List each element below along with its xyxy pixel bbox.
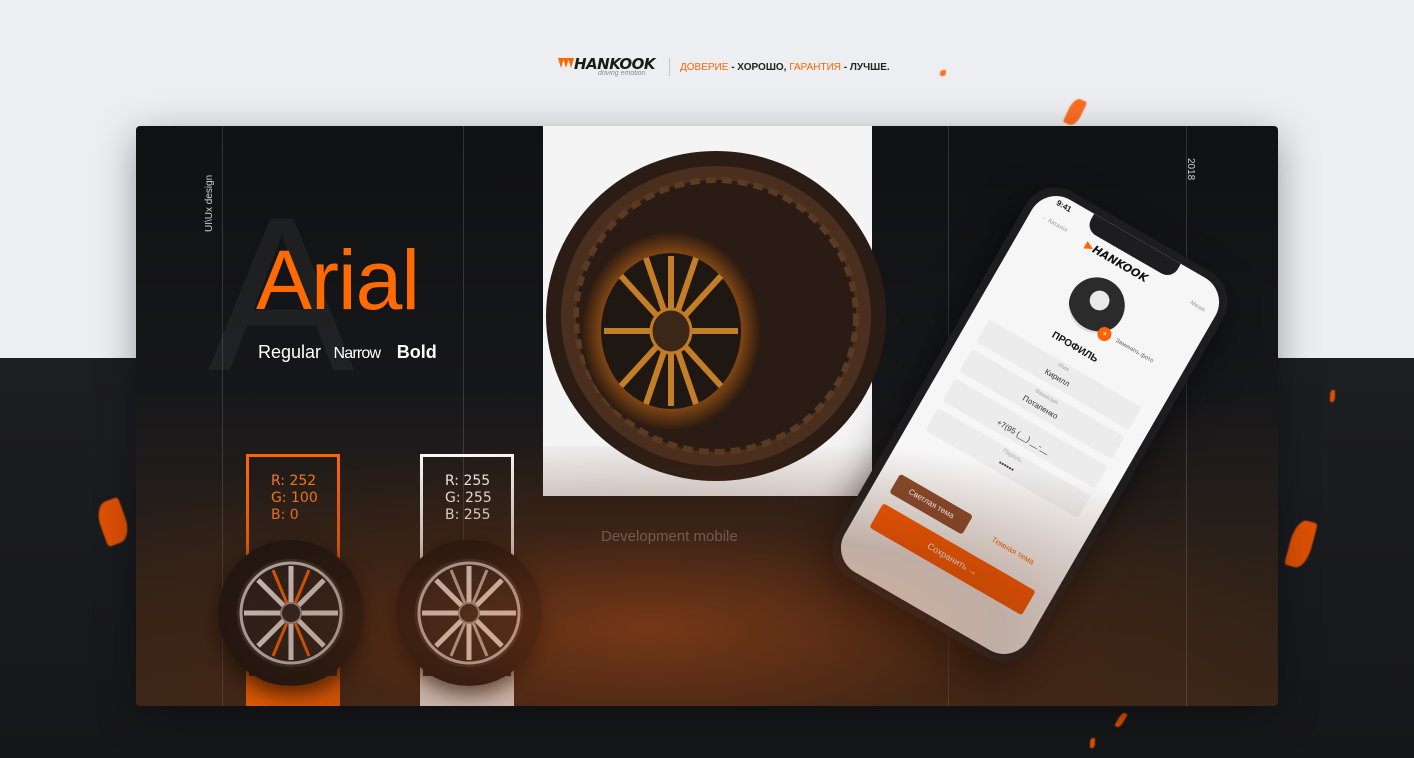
rgb-values-orange: R: 252 G: 100 B: 0 xyxy=(271,473,318,524)
showcase-card: UI\Ux design 2018 A Arial Regular Narrow… xyxy=(136,126,1278,706)
tagline-better: - ЛУЧШЕ. xyxy=(841,62,890,73)
rgb-r: R: 252 xyxy=(271,473,317,489)
rgb-b: B: 0 xyxy=(271,507,299,523)
phone-screen: 9:41 ← Каталог Меню ▶HANKOOK + Заменить … xyxy=(830,185,1230,665)
font-name-title: Arial xyxy=(256,233,420,327)
ember-decoration xyxy=(1330,390,1335,402)
weight-regular: Regular xyxy=(258,342,322,362)
change-photo-link[interactable]: Заменить фото xyxy=(1114,338,1154,365)
logo-subtitle: driving emotion xyxy=(598,70,646,77)
ember-decoration xyxy=(1062,96,1088,128)
rgb-g: G: 100 xyxy=(271,490,318,506)
wheel-image-white xyxy=(396,540,542,686)
hankook-logo[interactable]: HANKOOK driving emotion xyxy=(558,55,662,78)
rgb-g: G: 255 xyxy=(445,490,492,506)
hero-tire-image xyxy=(546,151,886,481)
grid-line xyxy=(1186,126,1187,706)
header-divider xyxy=(669,58,670,76)
phone-frame: 9:41 ← Каталог Меню ▶HANKOOK + Заменить … xyxy=(819,174,1241,676)
tagline-warranty: ГАРАНТИЯ xyxy=(789,62,842,73)
tagline-trust: ДОВЕРИЕ xyxy=(680,62,729,73)
ember-decoration xyxy=(1090,738,1095,748)
header: HANKOOK driving emotion ДОВЕРИЕ - ХОРОШО… xyxy=(0,55,1414,80)
menu-link[interactable]: Меню xyxy=(1189,300,1206,313)
rgb-values-white: R: 255 G: 255 B: 255 xyxy=(445,473,492,524)
weight-bold: Bold xyxy=(396,342,437,362)
tagline: ДОВЕРИЕ - ХОРОШО, ГАРАНТИЯ - ЛУЧШЕ. xyxy=(680,62,890,73)
year-label: 2018 xyxy=(1185,158,1196,181)
phone-mockup: 9:41 ← Каталог Меню ▶HANKOOK + Заменить … xyxy=(819,174,1241,686)
weight-narrow: Narrow xyxy=(333,345,382,362)
tagline-good: - ХОРОШО, xyxy=(728,62,790,73)
rgb-r: R: 255 xyxy=(445,473,491,489)
wheel-image-orange xyxy=(218,540,364,686)
back-link[interactable]: ← Каталог xyxy=(1040,214,1069,234)
font-weights: Regular Narrow Bold xyxy=(258,342,437,363)
status-time: 9:41 xyxy=(1054,198,1074,215)
hankook-mark-icon xyxy=(558,58,574,68)
development-caption: Development mobile xyxy=(601,528,738,545)
rgb-b: B: 255 xyxy=(445,507,491,523)
